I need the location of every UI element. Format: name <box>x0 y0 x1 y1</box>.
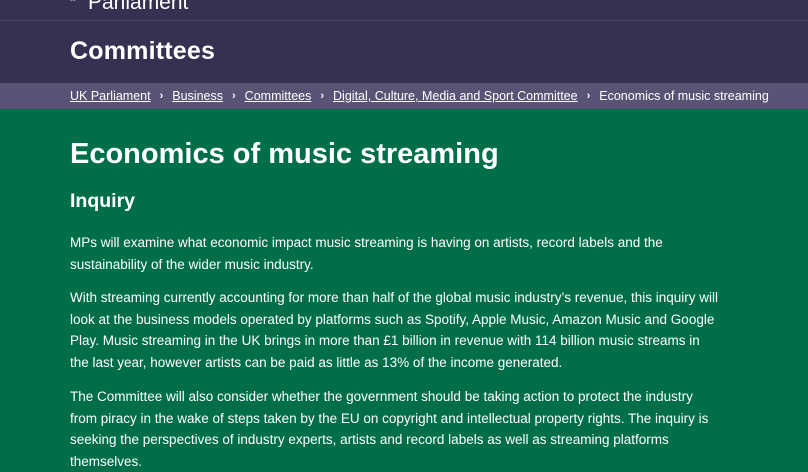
breadcrumb-committees[interactable]: Committees <box>245 89 312 103</box>
main-content: Economics of music streaming Inquiry MPs… <box>0 109 720 472</box>
top-brand-bar: ▪▪ Parliament <box>0 0 808 21</box>
body-paragraph-streaming: With streaming currently accounting for … <box>70 290 719 370</box>
breadcrumb-business[interactable]: Business <box>172 89 223 103</box>
page-title: Economics of music streaming <box>70 138 499 170</box>
breadcrumb-current: Economics of music streaming <box>599 89 769 103</box>
chevron-right-icon: › <box>586 90 591 102</box>
section-title[interactable]: Committees <box>70 37 215 66</box>
chevron-right-icon: › <box>320 90 325 102</box>
chevron-right-icon: › <box>159 90 164 102</box>
brand-logo-text[interactable]: Parliament <box>88 0 188 15</box>
body-paragraph-piracy: The Committee will also consider whether… <box>70 389 709 469</box>
chevron-right-icon: › <box>232 90 236 102</box>
breadcrumb-uk-parliament[interactable]: UK Parliament <box>70 89 151 103</box>
breadcrumb: UK Parliament › Business › Committees › … <box>0 83 808 109</box>
crest-logo-icon: ▪▪ <box>70 0 76 4</box>
breadcrumb-dcms-committee[interactable]: Digital, Culture, Media and Sport Commit… <box>333 89 578 103</box>
page-subtitle: Inquiry <box>70 190 136 212</box>
intro-paragraph: MPs will examine what economic impact mu… <box>70 235 663 272</box>
section-header: Committees <box>0 21 808 83</box>
